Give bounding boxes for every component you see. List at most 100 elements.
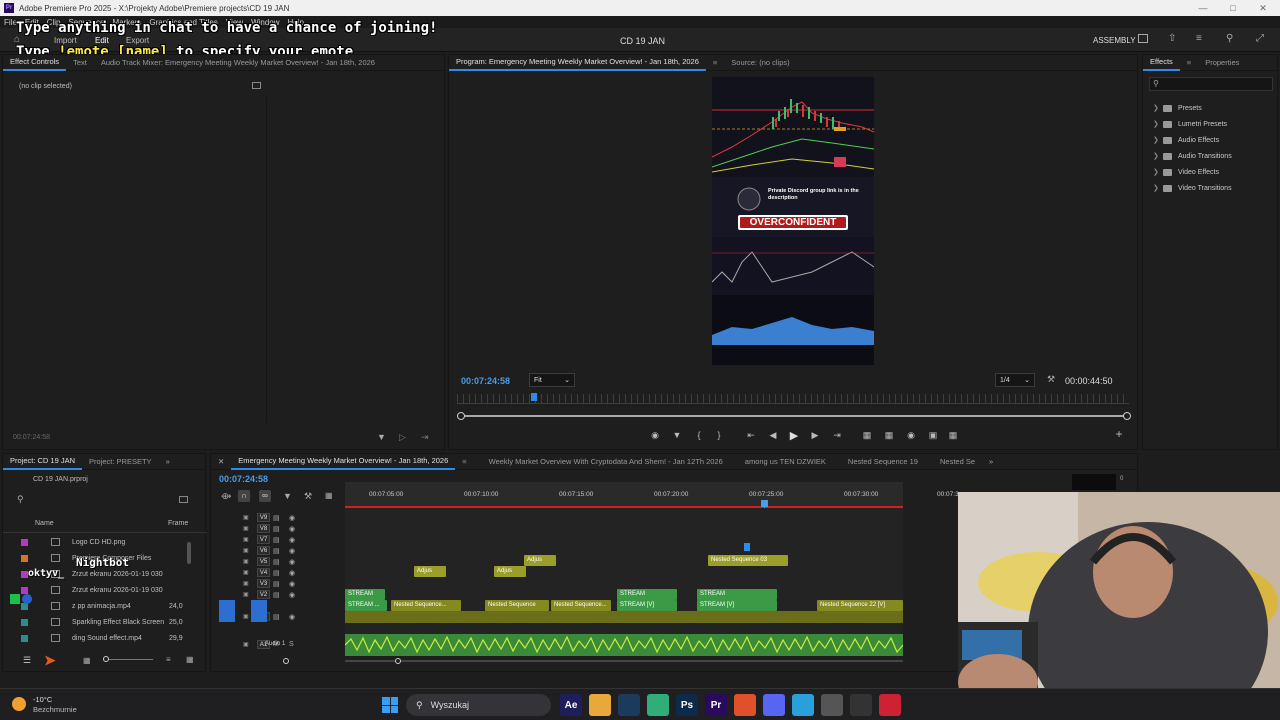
column-name[interactable]: Name bbox=[35, 520, 54, 527]
timeline-scrollbar[interactable] bbox=[345, 660, 903, 662]
effects-item-video-transitions[interactable]: ❯ Video Transitions bbox=[1153, 181, 1232, 195]
tab-source[interactable]: Source: (no clips) bbox=[724, 55, 796, 71]
go-to-out-icon[interactable]: ⇥ bbox=[831, 429, 843, 441]
program-scrollbar[interactable] bbox=[457, 415, 1129, 417]
program-menu-icon[interactable]: ≡ bbox=[706, 55, 724, 71]
taskbar-photoshop-icon[interactable]: Ps bbox=[676, 694, 698, 716]
clip-nested-sequence[interactable]: Nested Sequence bbox=[485, 600, 549, 611]
tab-project-cd[interactable]: Project: CD 19 JAN bbox=[3, 454, 83, 470]
eye-icon[interactable]: ◉ bbox=[289, 580, 295, 588]
mark-out-icon[interactable]: } bbox=[713, 429, 725, 441]
list-view-icon[interactable]: ☰ bbox=[23, 655, 31, 666]
taskbar-chatgpt-like-icon[interactable] bbox=[647, 694, 669, 716]
eye-icon[interactable]: ◉ bbox=[289, 569, 295, 577]
taskbar-telegram-icon[interactable] bbox=[792, 694, 814, 716]
sync-lock-icon[interactable]: ▤ bbox=[273, 569, 280, 577]
tab-effect-controls[interactable]: Effect Controls bbox=[3, 55, 67, 71]
add-button-icon[interactable]: + bbox=[1113, 427, 1125, 441]
workspace-panel-icon[interactable] bbox=[1138, 34, 1148, 43]
effects-item-audio-effects[interactable]: ❯ Audio Effects bbox=[1153, 133, 1219, 147]
workspace-mode[interactable]: ASSEMBLY bbox=[1093, 36, 1136, 45]
captions-icon[interactable]: ▦ bbox=[325, 491, 333, 500]
taskbar-app-circle-icon[interactable] bbox=[821, 694, 843, 716]
taskbar-steam-icon[interactable] bbox=[618, 694, 640, 716]
zoom-slider-handle[interactable] bbox=[103, 656, 109, 662]
effects-item-audio-transitions[interactable]: ❯ Audio Transitions bbox=[1153, 149, 1232, 163]
tab-emergency-meeting[interactable]: Emergency Meeting Weekly Market Overview… bbox=[231, 454, 456, 470]
clip-nested-sequence-03[interactable]: Nested Sequence 03 bbox=[708, 555, 788, 566]
add-marker-icon[interactable]: ◉ bbox=[649, 429, 661, 441]
tab-program[interactable]: Program: Emergency Meeting Weekly Market… bbox=[449, 55, 706, 71]
scroll-handle-right[interactable] bbox=[395, 658, 401, 664]
tab-weekly-overview[interactable]: Weekly Market Overview With Cryptodata A… bbox=[482, 454, 730, 470]
taskbar-brave-icon[interactable] bbox=[734, 694, 756, 716]
tab-properties[interactable]: Properties bbox=[1198, 55, 1246, 71]
lock-icon[interactable]: ▣ bbox=[243, 514, 249, 521]
automate-icon[interactable]: ▦ bbox=[186, 655, 194, 664]
effects-item-presets[interactable]: ❯ Presets bbox=[1153, 101, 1202, 115]
track-header-v8[interactable]: ▣ V8 ▤ ◉ bbox=[211, 523, 351, 534]
lock-icon[interactable]: ▣ bbox=[243, 536, 249, 543]
project-row[interactable]: Logo CD HD.png bbox=[3, 534, 189, 550]
zoom-slider[interactable] bbox=[103, 659, 153, 660]
sort-icon[interactable]: ≡ bbox=[166, 655, 171, 664]
zoom-dropdown[interactable]: Fit ⌄ bbox=[529, 373, 575, 387]
lock-icon[interactable]: ▣ bbox=[243, 547, 249, 554]
video-frame[interactable]: Private Discord group link is in the des… bbox=[712, 77, 874, 365]
eye-icon[interactable]: ◉ bbox=[289, 558, 295, 566]
multicam-icon[interactable]: ▦ bbox=[947, 429, 959, 441]
sync-lock-icon[interactable]: ▤ bbox=[273, 558, 280, 566]
track-name[interactable]: V8 bbox=[257, 524, 270, 533]
mark-in-icon[interactable]: { bbox=[693, 429, 705, 441]
target-v1[interactable] bbox=[251, 600, 267, 622]
eye-icon[interactable]: ◉ bbox=[289, 536, 295, 544]
clip-nested-sequence-22[interactable]: Nested Sequence 22 [V] bbox=[817, 600, 903, 611]
taskbar-obs-icon[interactable] bbox=[850, 694, 872, 716]
clip-nested-sequence[interactable]: Nested Sequence... bbox=[391, 600, 461, 611]
track-header-v5[interactable]: ▣ V5 ▤ ◉ bbox=[211, 556, 351, 567]
source-patch-v1[interactable] bbox=[219, 600, 235, 622]
audio-clip-a1[interactable] bbox=[344, 634, 904, 656]
sync-lock-icon[interactable]: ▤ bbox=[273, 547, 280, 555]
sync-lock-icon[interactable]: ▤ bbox=[273, 580, 280, 588]
tab-among-us[interactable]: among us TEN DZWIEK bbox=[738, 454, 833, 470]
go-to-in-icon[interactable]: ⇤ bbox=[745, 429, 757, 441]
eye-icon[interactable]: ◉ bbox=[289, 547, 295, 555]
eye-icon[interactable]: ◉ bbox=[289, 514, 295, 522]
lock-icon[interactable]: ▣ bbox=[243, 569, 249, 576]
project-row[interactable]: Sparkling Effect Black Screen 25,0 bbox=[3, 614, 189, 630]
minimize-icon[interactable]: — bbox=[1186, 0, 1220, 16]
linked-selection-icon[interactable]: ∞ bbox=[259, 490, 271, 502]
clip-stream-v[interactable]: STREAM [V] bbox=[697, 600, 777, 611]
lift-icon[interactable]: ▦ bbox=[861, 429, 873, 441]
project-row[interactable]: ding Sound effect.mp4 29,9 bbox=[3, 630, 189, 646]
lock-icon[interactable]: ▣ bbox=[243, 580, 249, 587]
insert-nest-icon[interactable]: ⟴ bbox=[221, 491, 231, 502]
effects-item-video-effects[interactable]: ❯ Video Effects bbox=[1153, 165, 1219, 179]
lock-icon[interactable]: ▣ bbox=[243, 613, 249, 620]
search-icon[interactable]: ⚲ bbox=[17, 494, 24, 505]
taskbar-search[interactable]: ⚲ Wyszukaj bbox=[406, 694, 551, 716]
track-name[interactable]: V4 bbox=[257, 568, 270, 577]
track-name[interactable]: V9 bbox=[257, 513, 270, 522]
close-icon[interactable]: ✕ bbox=[1246, 0, 1280, 16]
tab-audio-track-mixer[interactable]: Audio Track Mixer: Emergency Meeting Wee… bbox=[94, 55, 382, 71]
lock-icon[interactable]: ▣ bbox=[243, 641, 249, 648]
program-ruler[interactable] bbox=[457, 394, 1129, 404]
eye-icon[interactable]: ◉ bbox=[289, 525, 295, 533]
clip-adjustment[interactable]: Adjus bbox=[414, 566, 446, 577]
scroll-handle-left[interactable] bbox=[457, 412, 465, 420]
snap-icon[interactable]: ∩ bbox=[238, 490, 250, 502]
export-icon[interactable]: ⇥ bbox=[421, 432, 429, 443]
clip-adjustment[interactable]: Adjus bbox=[494, 566, 526, 577]
taskbar-app-box-icon[interactable] bbox=[879, 694, 901, 716]
search-icon[interactable]: ⚲ bbox=[1226, 33, 1233, 44]
taskbar-files-icon[interactable] bbox=[589, 694, 611, 716]
play-only-icon[interactable]: ▷ bbox=[399, 432, 406, 443]
sync-lock-icon[interactable]: ▤ bbox=[273, 613, 280, 621]
sync-lock-icon[interactable]: ▤ bbox=[273, 536, 280, 544]
track-name[interactable]: V5 bbox=[257, 557, 270, 566]
clip-adjustment[interactable]: Adjus bbox=[524, 555, 556, 566]
fullscreen-icon[interactable]: ⤢ bbox=[1256, 33, 1264, 44]
timeline-ruler[interactable] bbox=[345, 482, 903, 508]
